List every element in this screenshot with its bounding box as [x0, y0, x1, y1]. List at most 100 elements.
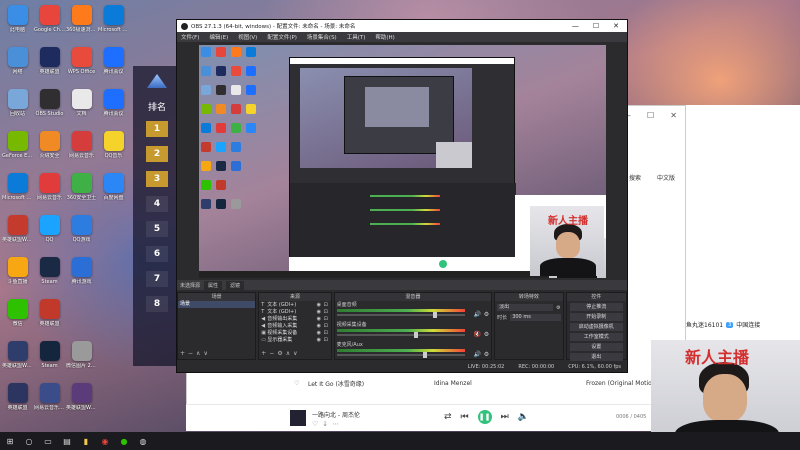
obs-window[interactable]: OBS 27.1.3 (64-bit, windows) - 配置文件: 未命名…	[176, 19, 628, 373]
muted-speaker-icon[interactable]: 🔇	[474, 331, 481, 338]
music-search-button[interactable]: 搜索	[629, 173, 641, 182]
desktop-icon[interactable]: GeForce Experience	[2, 128, 33, 170]
desktop-icon[interactable]: 斗鱼直播	[2, 254, 33, 296]
desktop-icon[interactable]: 英雄联盟WeGame	[2, 338, 33, 380]
desktop-icon[interactable]: 网络	[2, 44, 33, 86]
control-button[interactable]: 停止推流	[569, 303, 623, 311]
chat-panel[interactable]: 鱼丸迷16101 3 中国连接	[686, 105, 800, 345]
obs-menu-item[interactable]: 工具(T)	[347, 33, 366, 41]
explorer-icon[interactable]: ▤	[62, 436, 72, 446]
volume-slider[interactable]	[336, 352, 465, 358]
speaker-icon[interactable]: 🔊	[474, 351, 481, 358]
obs-menu-item[interactable]: 场景集合(S)	[307, 33, 337, 41]
wechat-icon[interactable]: ●	[119, 436, 129, 446]
desktop-icon[interactable]: QQ音乐	[98, 128, 129, 170]
maximize-icon[interactable]: ☐	[647, 111, 654, 120]
track-row[interactable]: ♡ Let It Go (冰雪奇缘) Idina Menzel Frozen (…	[294, 376, 684, 390]
desktop-icon[interactable]: OBS Studio	[34, 86, 65, 128]
lock-icon[interactable]: ⊡	[324, 309, 331, 315]
desktop-icon[interactable]: 网易云音乐	[66, 128, 97, 170]
start-icon[interactable]: ⊞	[5, 436, 15, 446]
source-name[interactable]: 文本 (GDI+)	[267, 308, 316, 315]
maximize-icon[interactable]: ☐	[593, 22, 599, 30]
desktop-icon[interactable]: 英雄联盟WeGame	[2, 212, 33, 254]
desktop-icon[interactable]: 英雄联盟	[34, 44, 65, 86]
control-button[interactable]: 设置	[569, 343, 623, 351]
source-name[interactable]: 视频采集设备	[267, 329, 316, 336]
chrome-icon[interactable]: ◉	[100, 436, 110, 446]
source-item[interactable]: T 文本 (GDI+) ◉ ⊡	[259, 301, 331, 309]
desktop-icon[interactable]: 360安全卫士	[66, 170, 97, 212]
source-name[interactable]: 显示器采集	[267, 336, 316, 343]
desktop-icon[interactable]: 火绒安全	[34, 128, 65, 170]
desktop-icon[interactable]: 腾讯游戏	[66, 254, 97, 296]
source-item[interactable]: ◀ 音频输出采集 ◉ ⊡	[259, 315, 330, 323]
desktop-icon[interactable]: 微信	[2, 296, 33, 338]
desktop-icon[interactable]: Microsoft Edge	[2, 170, 33, 212]
source-name[interactable]: 文本 (GDI+)	[267, 301, 316, 308]
source-item[interactable]: ◀ 音频输入采集 ◉ ⊡	[259, 322, 331, 330]
volume-slider-knob[interactable]	[413, 332, 418, 338]
source-name[interactable]: 音频输出采集	[267, 315, 316, 322]
obs-menu-item[interactable]: 视图(V)	[238, 33, 257, 41]
speaker-icon[interactable]: 🔊	[474, 311, 481, 318]
eye-icon[interactable]: ◉	[317, 316, 324, 322]
shuffle-icon[interactable]: ⇄	[444, 412, 452, 422]
gear-icon[interactable]: ⚙	[484, 331, 489, 338]
desktop-icon[interactable]: Steam	[34, 254, 65, 296]
search-icon[interactable]: ○	[24, 436, 34, 446]
lock-icon[interactable]: ⊡	[324, 323, 331, 329]
close-icon[interactable]: ✕	[670, 111, 677, 120]
heart-icon[interactable]: ♡	[294, 380, 308, 387]
volume-slider-knob[interactable]	[433, 312, 438, 318]
desktop-icon[interactable]: Google Chrome	[34, 2, 65, 44]
desktop-icon[interactable]: 英雄联盟WeGame	[66, 380, 97, 422]
gear-icon[interactable]: ⚙	[484, 311, 489, 318]
desktop-icon[interactable]: 网易云音乐WeGame	[34, 380, 65, 422]
desktop-icon[interactable]: 微信图片 2022000...	[66, 338, 97, 380]
taskview-icon[interactable]: ▭	[43, 436, 53, 446]
desktop-icon[interactable]: QQ	[34, 212, 65, 254]
desktop-icon[interactable]: 百度网盘	[98, 170, 129, 212]
obs-menu-item[interactable]: 帮助(H)	[375, 33, 394, 41]
transition-select[interactable]: 淡出	[497, 304, 554, 311]
desktop-icon[interactable]: 腾讯会议	[98, 44, 129, 86]
source-toolbar-tab[interactable]: 属性	[204, 280, 223, 290]
desktop-icon[interactable]: 文档	[66, 86, 97, 128]
desktop-icon[interactable]: 网易云音乐	[34, 170, 65, 212]
track-title[interactable]: Let It Go (冰雪奇缘)	[308, 379, 428, 388]
desktop-icon[interactable]: 回收站	[2, 86, 33, 128]
obs-icon[interactable]: ◍	[138, 436, 148, 446]
volume-slider[interactable]	[336, 312, 465, 318]
desktop-icon[interactable]: 360极速浏览器	[66, 2, 97, 44]
lock-icon[interactable]: ⊡	[324, 302, 331, 308]
obs-menu-item[interactable]: 编辑(E)	[209, 33, 228, 41]
duration-input[interactable]: 300 ms	[510, 314, 561, 321]
music-language-label[interactable]: 中文版	[657, 173, 675, 182]
control-button[interactable]: 启动虚拟摄像机	[569, 323, 623, 331]
chat-username[interactable]: 鱼丸迷16101	[686, 320, 723, 329]
control-button[interactable]: 工作室模式	[569, 333, 623, 341]
album-cover[interactable]	[290, 410, 306, 426]
desktop-icon[interactable]: Steam	[34, 338, 65, 380]
sources-dock-buttons[interactable]: +−⚙∧∨	[261, 350, 300, 357]
track-artist[interactable]: Idina Menzel	[434, 380, 472, 387]
volume-slider-knob[interactable]	[423, 352, 428, 358]
desktop-icon[interactable]: 腾讯会议	[98, 86, 129, 128]
files-icon[interactable]: ▮	[81, 436, 91, 446]
volume-icon[interactable]: 🔈	[518, 412, 529, 422]
pause-button[interactable]: ❚❚	[477, 410, 492, 424]
source-name[interactable]: 音频输入采集	[267, 322, 316, 329]
lock-icon[interactable]: ⊡	[324, 330, 331, 336]
obs-menu-item[interactable]: 文件(F)	[181, 33, 199, 41]
obs-menu-item[interactable]: 配置文件(P)	[267, 33, 297, 41]
lock-icon[interactable]: ⊡	[324, 337, 331, 343]
volume-slider[interactable]	[336, 332, 465, 338]
control-button[interactable]: 开始录制	[569, 313, 623, 321]
source-item[interactable]: ▣ 视频采集设备 ◉ ⊡	[259, 329, 331, 337]
gear-icon[interactable]: ⚙	[484, 351, 489, 358]
source-toolbar-tab[interactable]: 滤镜	[226, 280, 245, 290]
source-item[interactable]: ▭ 显示器采集 ◉ ⊡	[259, 336, 331, 344]
now-playing-title[interactable]: 一路向北 - 周杰伦	[312, 410, 360, 419]
desktop-icon[interactable]: 此电脑	[2, 2, 33, 44]
